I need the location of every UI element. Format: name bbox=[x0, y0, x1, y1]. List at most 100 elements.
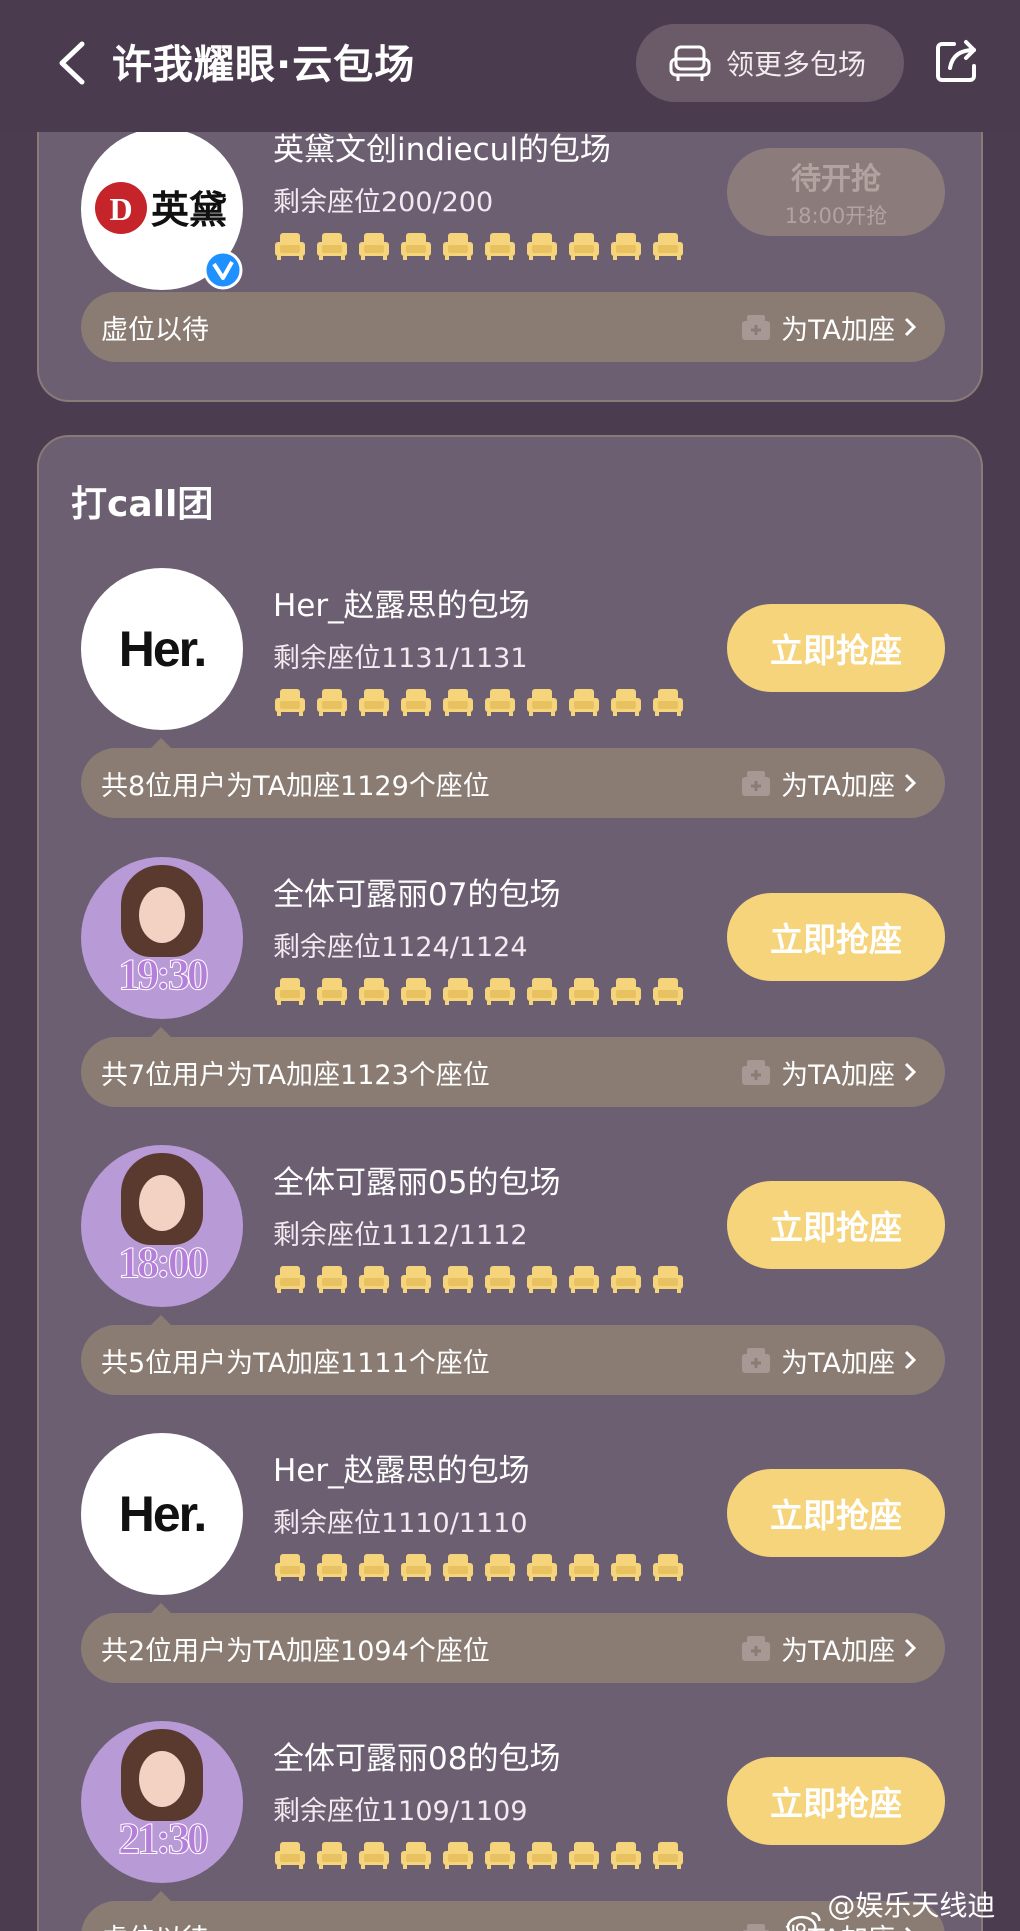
seat-icon bbox=[273, 1551, 307, 1583]
package-title: 全体可露丽07的包场 bbox=[273, 877, 561, 913]
svg-text:D: D bbox=[109, 191, 132, 227]
seat-icon bbox=[525, 1839, 559, 1871]
add-seat-label: 为TA加座 bbox=[781, 770, 895, 802]
seat-icon bbox=[273, 230, 307, 262]
seat-icons-row bbox=[273, 1551, 685, 1583]
boost-info-text: 共8位用户为TA加座1129个座位 bbox=[101, 770, 490, 802]
seat-icon bbox=[315, 1839, 349, 1871]
top-nav-bar: 许我耀眼·云包场 领更多包场 bbox=[0, 0, 1020, 132]
seat-icons-row bbox=[273, 1839, 685, 1871]
seat-icon bbox=[567, 686, 601, 718]
seat-icon bbox=[609, 686, 643, 718]
seat-icon bbox=[315, 1551, 349, 1583]
seat-icon bbox=[651, 230, 685, 262]
seat-icon bbox=[441, 1263, 475, 1295]
seat-icon bbox=[483, 1551, 517, 1583]
seat-icon bbox=[651, 1263, 685, 1295]
seat-icon bbox=[483, 686, 517, 718]
boost-info-bar: 共8位用户为TA加座1129个座位 为TA加座 bbox=[81, 748, 945, 818]
seat-icon bbox=[609, 1839, 643, 1871]
seat-icon bbox=[441, 1551, 475, 1583]
grab-seat-button[interactable]: 立即抢座 bbox=[727, 1181, 945, 1269]
seat-count: 剩余座位1124/1124 bbox=[273, 932, 528, 963]
boost-info-text: 共2位用户为TA加座1094个座位 bbox=[101, 1635, 490, 1667]
add-seat-button[interactable]: 为TA加座 bbox=[739, 1341, 917, 1380]
add-seat-button[interactable]: 为TA加座 bbox=[739, 308, 917, 347]
bubble-pointer bbox=[151, 1315, 171, 1325]
seat-icon bbox=[483, 230, 517, 262]
seat-icon bbox=[315, 686, 349, 718]
seat-icon bbox=[315, 975, 349, 1007]
add-seat-button[interactable]: 为TA加座 bbox=[739, 1053, 917, 1092]
chevron-right-icon bbox=[904, 317, 917, 337]
watermark: @娱乐天线迪西 bbox=[786, 1884, 1020, 1931]
her-logo: Her. bbox=[118, 1486, 208, 1542]
pending-status-time: 18:00开抢 bbox=[784, 204, 888, 228]
page-title: 许我耀眼·云包场 bbox=[112, 42, 416, 88]
avatar: 21:30 bbox=[81, 1721, 243, 1883]
seat-icon bbox=[525, 1263, 559, 1295]
seat-icon bbox=[357, 1551, 391, 1583]
seat-icon bbox=[357, 686, 391, 718]
seat-icons-row bbox=[273, 686, 685, 718]
seat-icon bbox=[609, 1263, 643, 1295]
back-arrow-icon[interactable] bbox=[52, 40, 92, 86]
chevron-right-icon bbox=[904, 1638, 917, 1658]
seat-icon bbox=[315, 230, 349, 262]
avatar-time-text: 21:30 bbox=[118, 1814, 210, 1864]
boost-info-bar: 共5位用户为TA加座1111个座位 为TA加座 bbox=[81, 1325, 945, 1395]
bubble-pointer bbox=[151, 738, 171, 748]
share-icon[interactable] bbox=[934, 38, 980, 84]
package-entry: 19:30 全体可露丽07的包场 剩余座位1124/1124 立即抢座 共7位用… bbox=[39, 857, 985, 1145]
seat-icon bbox=[399, 230, 433, 262]
seat-icon bbox=[441, 975, 475, 1007]
grab-seat-button[interactable]: 立即抢座 bbox=[727, 1757, 945, 1845]
grab-seat-button[interactable]: 立即抢座 bbox=[727, 893, 945, 981]
add-seat-button[interactable]: 为TA加座 bbox=[739, 1629, 917, 1668]
boost-info-text: 虚位以待 bbox=[101, 314, 209, 346]
seat-icon bbox=[651, 1551, 685, 1583]
package-entry: Her. Her_赵露思的包场 剩余座位1131/1131 立即抢座 共8位用户… bbox=[39, 568, 985, 856]
add-seat-button[interactable]: 为TA加座 bbox=[739, 764, 917, 803]
seat-icons-row bbox=[273, 230, 685, 262]
seat-icon bbox=[567, 975, 601, 1007]
seat-icon bbox=[357, 230, 391, 262]
gift-icon bbox=[742, 1348, 771, 1373]
seat-icon bbox=[441, 686, 475, 718]
seat-icon bbox=[525, 686, 559, 718]
seat-icon bbox=[525, 230, 559, 262]
seat-icon bbox=[525, 1551, 559, 1583]
seat-count: 剩余座位1109/1109 bbox=[273, 1796, 528, 1827]
boost-info-text: 虚位以待 bbox=[101, 1917, 209, 1931]
weibo-logo-icon bbox=[786, 1911, 821, 1931]
seat-icon bbox=[357, 1263, 391, 1295]
package-title: Her_赵露思的包场 bbox=[273, 1453, 530, 1489]
package-title: Her_赵露思的包场 bbox=[273, 588, 530, 624]
seat-icon bbox=[357, 1839, 391, 1871]
gift-icon bbox=[742, 1060, 771, 1085]
seat-icon bbox=[273, 975, 307, 1007]
seat-icon bbox=[399, 975, 433, 1007]
grab-seat-button[interactable]: 立即抢座 bbox=[727, 604, 945, 692]
chevron-right-icon bbox=[904, 1350, 917, 1370]
add-seat-label: 为TA加座 bbox=[781, 1635, 895, 1667]
more-packages-button[interactable]: 领更多包场 bbox=[636, 24, 904, 102]
her-logo: Her. bbox=[118, 621, 208, 677]
seat-icon bbox=[567, 1551, 601, 1583]
seat-icon bbox=[399, 1551, 433, 1583]
boost-info-text: 共5位用户为TA加座1111个座位 bbox=[101, 1347, 490, 1379]
chevron-right-icon bbox=[904, 1062, 917, 1082]
section-title: 打call团 bbox=[71, 484, 214, 525]
pending-status-button: 待开抢 18:00开抢 bbox=[727, 148, 945, 236]
bubble-pointer bbox=[151, 1027, 171, 1037]
grab-seat-button[interactable]: 立即抢座 bbox=[727, 1469, 945, 1557]
avatar: Her. bbox=[81, 568, 243, 730]
seat-icon bbox=[483, 1263, 517, 1295]
avatar: 18:00 bbox=[81, 1145, 243, 1307]
seat-icon bbox=[609, 230, 643, 262]
seat-icon bbox=[651, 686, 685, 718]
seat-icon bbox=[315, 1263, 349, 1295]
boost-info-bar: 虚位以待 为TA加座 bbox=[81, 292, 945, 362]
seat-icon bbox=[567, 1263, 601, 1295]
seat-icon bbox=[399, 1839, 433, 1871]
